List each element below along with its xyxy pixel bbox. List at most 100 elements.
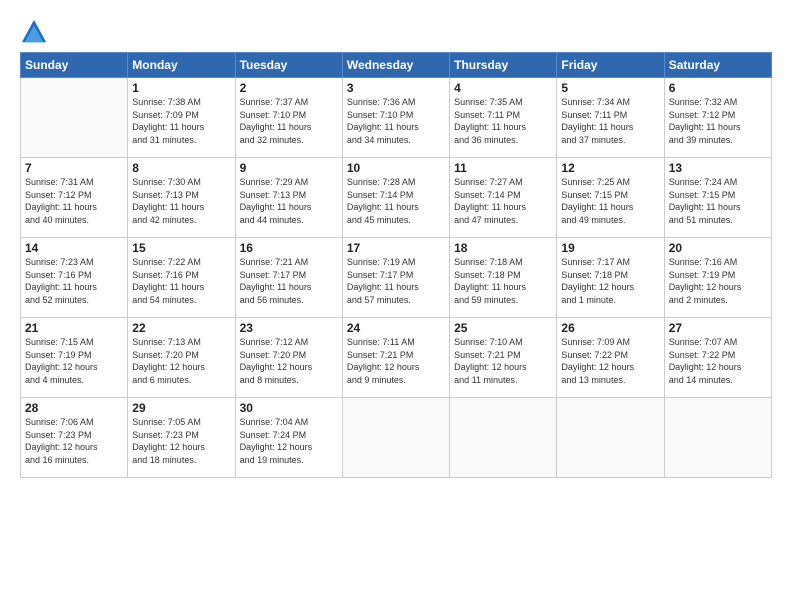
day-number: 18 <box>454 241 552 255</box>
calendar-cell: 11Sunrise: 7:27 AMSunset: 7:14 PMDayligh… <box>450 158 557 238</box>
calendar-cell <box>450 398 557 478</box>
calendar-cell: 10Sunrise: 7:28 AMSunset: 7:14 PMDayligh… <box>342 158 449 238</box>
day-number: 30 <box>240 401 338 415</box>
day-number: 11 <box>454 161 552 175</box>
calendar-cell: 15Sunrise: 7:22 AMSunset: 7:16 PMDayligh… <box>128 238 235 318</box>
calendar-cell: 13Sunrise: 7:24 AMSunset: 7:15 PMDayligh… <box>664 158 771 238</box>
calendar-cell: 30Sunrise: 7:04 AMSunset: 7:24 PMDayligh… <box>235 398 342 478</box>
cell-details: Sunrise: 7:28 AMSunset: 7:14 PMDaylight:… <box>347 176 445 226</box>
calendar-row-0: 1Sunrise: 7:38 AMSunset: 7:09 PMDaylight… <box>21 78 772 158</box>
cell-details: Sunrise: 7:17 AMSunset: 7:18 PMDaylight:… <box>561 256 659 306</box>
cell-details: Sunrise: 7:09 AMSunset: 7:22 PMDaylight:… <box>561 336 659 386</box>
day-number: 14 <box>25 241 123 255</box>
cell-details: Sunrise: 7:19 AMSunset: 7:17 PMDaylight:… <box>347 256 445 306</box>
calendar-cell: 21Sunrise: 7:15 AMSunset: 7:19 PMDayligh… <box>21 318 128 398</box>
day-number: 29 <box>132 401 230 415</box>
day-number: 6 <box>669 81 767 95</box>
calendar-cell: 5Sunrise: 7:34 AMSunset: 7:11 PMDaylight… <box>557 78 664 158</box>
day-number: 25 <box>454 321 552 335</box>
day-number: 4 <box>454 81 552 95</box>
calendar-cell: 16Sunrise: 7:21 AMSunset: 7:17 PMDayligh… <box>235 238 342 318</box>
cell-details: Sunrise: 7:04 AMSunset: 7:24 PMDaylight:… <box>240 416 338 466</box>
cell-details: Sunrise: 7:07 AMSunset: 7:22 PMDaylight:… <box>669 336 767 386</box>
cell-details: Sunrise: 7:36 AMSunset: 7:10 PMDaylight:… <box>347 96 445 146</box>
cell-details: Sunrise: 7:27 AMSunset: 7:14 PMDaylight:… <box>454 176 552 226</box>
calendar-cell: 3Sunrise: 7:36 AMSunset: 7:10 PMDaylight… <box>342 78 449 158</box>
cell-details: Sunrise: 7:13 AMSunset: 7:20 PMDaylight:… <box>132 336 230 386</box>
calendar-cell: 4Sunrise: 7:35 AMSunset: 7:11 PMDaylight… <box>450 78 557 158</box>
calendar-cell: 2Sunrise: 7:37 AMSunset: 7:10 PMDaylight… <box>235 78 342 158</box>
day-number: 5 <box>561 81 659 95</box>
cell-details: Sunrise: 7:29 AMSunset: 7:13 PMDaylight:… <box>240 176 338 226</box>
cell-details: Sunrise: 7:30 AMSunset: 7:13 PMDaylight:… <box>132 176 230 226</box>
calendar-cell: 6Sunrise: 7:32 AMSunset: 7:12 PMDaylight… <box>664 78 771 158</box>
day-number: 16 <box>240 241 338 255</box>
cell-details: Sunrise: 7:22 AMSunset: 7:16 PMDaylight:… <box>132 256 230 306</box>
calendar-cell: 1Sunrise: 7:38 AMSunset: 7:09 PMDaylight… <box>128 78 235 158</box>
day-number: 26 <box>561 321 659 335</box>
day-number: 28 <box>25 401 123 415</box>
cell-details: Sunrise: 7:06 AMSunset: 7:23 PMDaylight:… <box>25 416 123 466</box>
cell-details: Sunrise: 7:37 AMSunset: 7:10 PMDaylight:… <box>240 96 338 146</box>
calendar-row-1: 7Sunrise: 7:31 AMSunset: 7:12 PMDaylight… <box>21 158 772 238</box>
calendar-row-2: 14Sunrise: 7:23 AMSunset: 7:16 PMDayligh… <box>21 238 772 318</box>
calendar-cell <box>664 398 771 478</box>
header <box>20 18 772 46</box>
calendar-cell <box>342 398 449 478</box>
day-number: 13 <box>669 161 767 175</box>
calendar-table: SundayMondayTuesdayWednesdayThursdayFrid… <box>20 52 772 478</box>
weekday-header-monday: Monday <box>128 53 235 78</box>
cell-details: Sunrise: 7:15 AMSunset: 7:19 PMDaylight:… <box>25 336 123 386</box>
calendar-row-4: 28Sunrise: 7:06 AMSunset: 7:23 PMDayligh… <box>21 398 772 478</box>
calendar-cell: 22Sunrise: 7:13 AMSunset: 7:20 PMDayligh… <box>128 318 235 398</box>
cell-details: Sunrise: 7:16 AMSunset: 7:19 PMDaylight:… <box>669 256 767 306</box>
weekday-header-thursday: Thursday <box>450 53 557 78</box>
weekday-header-sunday: Sunday <box>21 53 128 78</box>
page: SundayMondayTuesdayWednesdayThursdayFrid… <box>0 0 792 612</box>
cell-details: Sunrise: 7:12 AMSunset: 7:20 PMDaylight:… <box>240 336 338 386</box>
day-number: 10 <box>347 161 445 175</box>
day-number: 27 <box>669 321 767 335</box>
calendar-cell: 25Sunrise: 7:10 AMSunset: 7:21 PMDayligh… <box>450 318 557 398</box>
weekday-header-saturday: Saturday <box>664 53 771 78</box>
cell-details: Sunrise: 7:23 AMSunset: 7:16 PMDaylight:… <box>25 256 123 306</box>
calendar-cell: 26Sunrise: 7:09 AMSunset: 7:22 PMDayligh… <box>557 318 664 398</box>
weekday-header-wednesday: Wednesday <box>342 53 449 78</box>
day-number: 24 <box>347 321 445 335</box>
cell-details: Sunrise: 7:11 AMSunset: 7:21 PMDaylight:… <box>347 336 445 386</box>
weekday-header-friday: Friday <box>557 53 664 78</box>
calendar-cell: 12Sunrise: 7:25 AMSunset: 7:15 PMDayligh… <box>557 158 664 238</box>
day-number: 22 <box>132 321 230 335</box>
calendar-cell <box>21 78 128 158</box>
day-number: 7 <box>25 161 123 175</box>
calendar-cell: 24Sunrise: 7:11 AMSunset: 7:21 PMDayligh… <box>342 318 449 398</box>
calendar-cell: 27Sunrise: 7:07 AMSunset: 7:22 PMDayligh… <box>664 318 771 398</box>
weekday-header-row: SundayMondayTuesdayWednesdayThursdayFrid… <box>21 53 772 78</box>
cell-details: Sunrise: 7:25 AMSunset: 7:15 PMDaylight:… <box>561 176 659 226</box>
calendar-cell: 20Sunrise: 7:16 AMSunset: 7:19 PMDayligh… <box>664 238 771 318</box>
day-number: 20 <box>669 241 767 255</box>
logo-icon <box>20 18 48 46</box>
calendar-cell: 17Sunrise: 7:19 AMSunset: 7:17 PMDayligh… <box>342 238 449 318</box>
day-number: 8 <box>132 161 230 175</box>
day-number: 9 <box>240 161 338 175</box>
cell-details: Sunrise: 7:05 AMSunset: 7:23 PMDaylight:… <box>132 416 230 466</box>
cell-details: Sunrise: 7:31 AMSunset: 7:12 PMDaylight:… <box>25 176 123 226</box>
calendar-cell <box>557 398 664 478</box>
calendar-cell: 7Sunrise: 7:31 AMSunset: 7:12 PMDaylight… <box>21 158 128 238</box>
day-number: 23 <box>240 321 338 335</box>
day-number: 12 <box>561 161 659 175</box>
cell-details: Sunrise: 7:18 AMSunset: 7:18 PMDaylight:… <box>454 256 552 306</box>
day-number: 19 <box>561 241 659 255</box>
cell-details: Sunrise: 7:10 AMSunset: 7:21 PMDaylight:… <box>454 336 552 386</box>
cell-details: Sunrise: 7:35 AMSunset: 7:11 PMDaylight:… <box>454 96 552 146</box>
cell-details: Sunrise: 7:32 AMSunset: 7:12 PMDaylight:… <box>669 96 767 146</box>
calendar-cell: 29Sunrise: 7:05 AMSunset: 7:23 PMDayligh… <box>128 398 235 478</box>
cell-details: Sunrise: 7:21 AMSunset: 7:17 PMDaylight:… <box>240 256 338 306</box>
day-number: 1 <box>132 81 230 95</box>
weekday-header-tuesday: Tuesday <box>235 53 342 78</box>
calendar-cell: 23Sunrise: 7:12 AMSunset: 7:20 PMDayligh… <box>235 318 342 398</box>
day-number: 15 <box>132 241 230 255</box>
day-number: 17 <box>347 241 445 255</box>
cell-details: Sunrise: 7:24 AMSunset: 7:15 PMDaylight:… <box>669 176 767 226</box>
